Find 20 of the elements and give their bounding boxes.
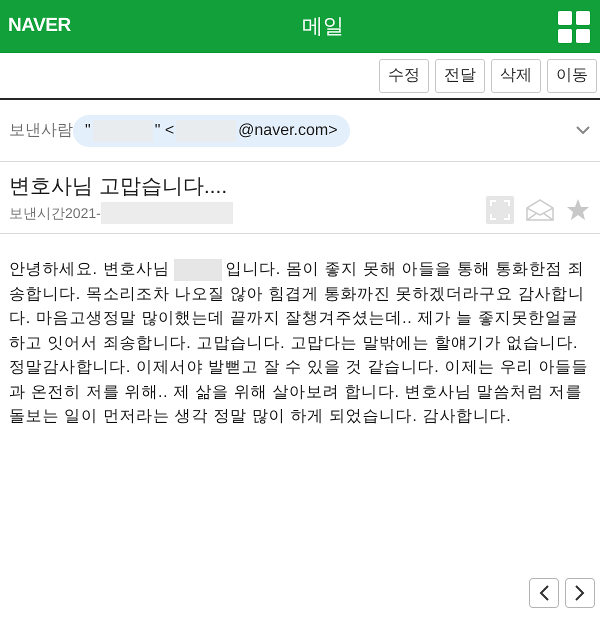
chevron-left-icon <box>539 584 549 600</box>
toolbar-button[interactable]: 삭제 <box>491 59 541 93</box>
sender-address: " < <box>154 120 174 140</box>
mail-subject: 변호사님 고맙습니다.... <box>9 174 228 200</box>
chevron-right-icon <box>575 584 585 600</box>
page-title: 메일 <box>302 14 344 40</box>
toolbar-button[interactable]: 전달 <box>435 59 485 93</box>
mail-body-text: 안녕하세요. 변호사님 입니다. 몸이 좋지 못해 아들을 통해 통화한점 죄송합니다. 목소리조차 나오질 않아 힘겹게 통화까진 못하겠더라구요 감사합니다. 마음고생정말 많이했는데 끝까지 잘챙겨주셨는데.. 제가 늘 좋지못한얼굴 하고 잇어서 죄송합니다. 고맙습니다. 고맙다는 말밖에는 할얘기가 없습니다. 정말감사합니다. 이제서야 발뻗고 잘 수 있을 것 같습니다. 이제는 우리 아들들과 온전히 저를 위해.. 제 삶을 위해 살아보려 합니다. 변호사님 말씀처럼 저를 돌보는 일이 먼저라는 생각 정말 많이 하게 되었습니다. 감사합니다. <box>9 258 591 430</box>
sender-chip[interactable]: " " < @naver.com> <box>73 114 350 146</box>
chevron-down-icon[interactable] <box>576 126 590 135</box>
sent-time: 보낸시간2021- <box>9 204 101 222</box>
toolbar-button[interactable]: 이동 <box>547 59 597 93</box>
previous-button[interactable] <box>529 578 559 608</box>
next-button[interactable] <box>565 578 595 608</box>
sender-address: @naver.com> <box>238 120 338 140</box>
sender-label: 보낸사람 <box>9 120 73 140</box>
toolbar-button[interactable]: 수정 <box>379 59 429 93</box>
sender-address: " <box>85 120 91 140</box>
star-icon[interactable] <box>566 198 590 222</box>
apps-grid-icon[interactable] <box>558 10 590 42</box>
